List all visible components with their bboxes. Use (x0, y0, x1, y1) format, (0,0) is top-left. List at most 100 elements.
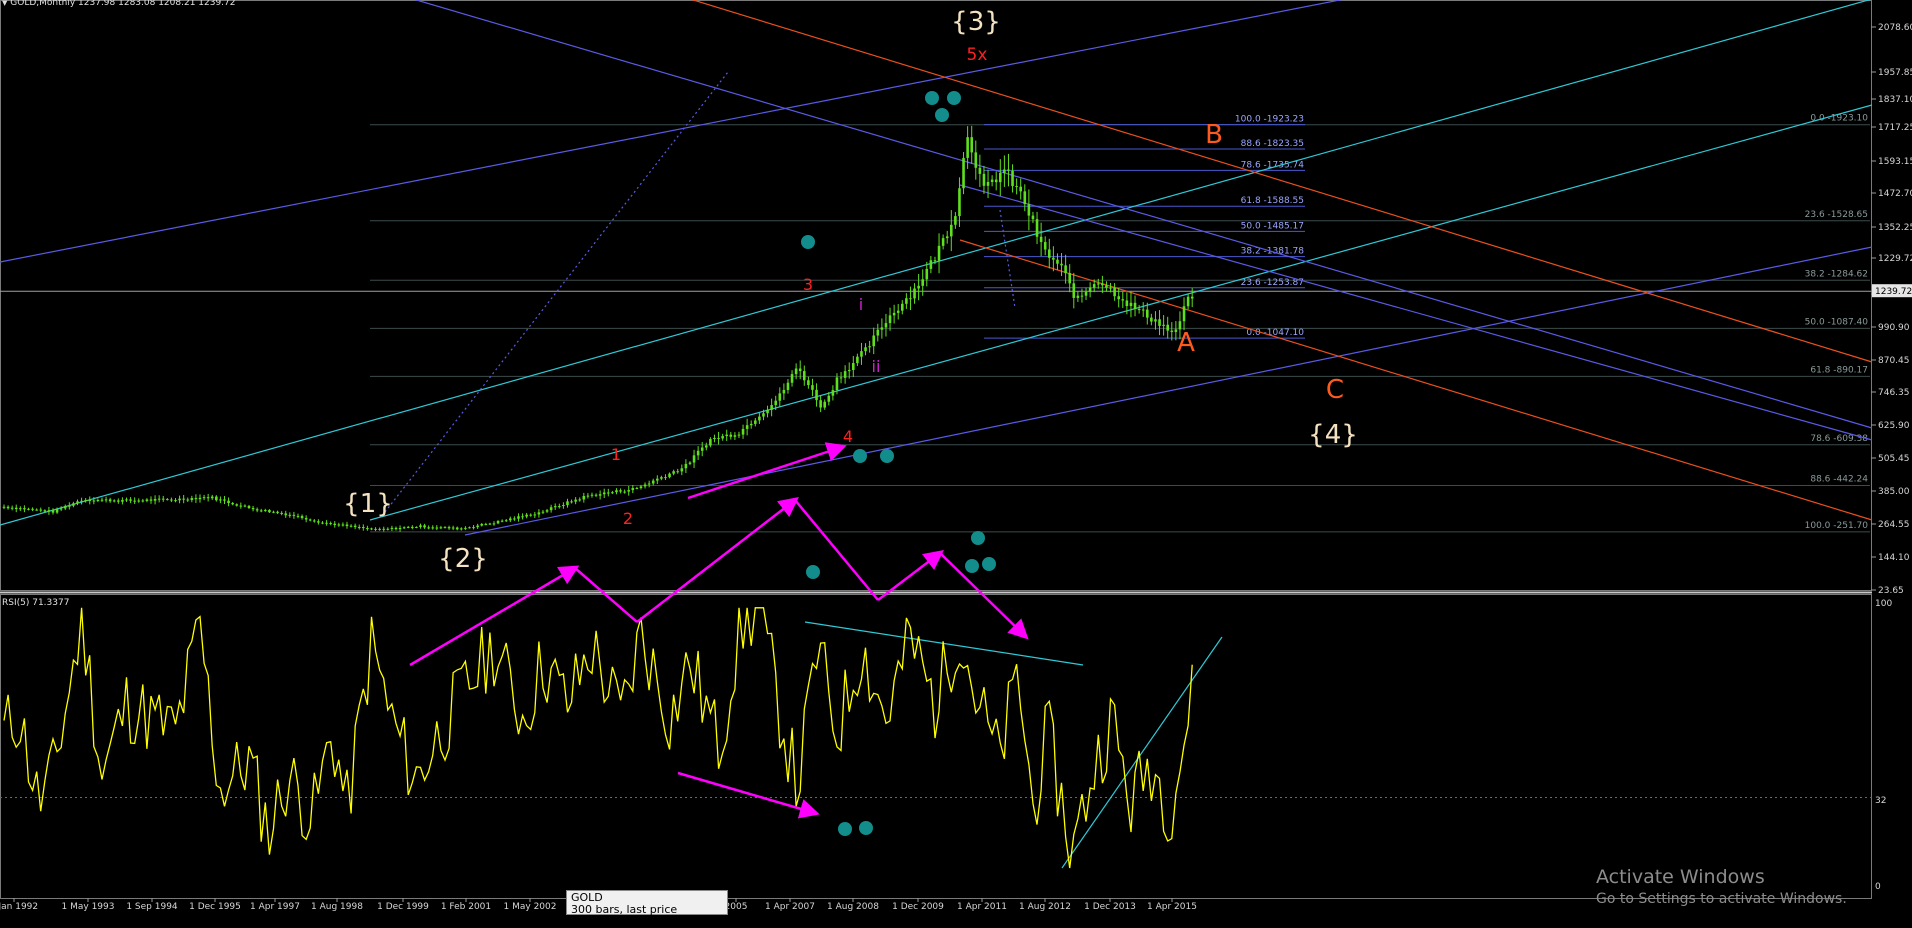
price-candle-body (847, 369, 851, 372)
price-candle-body (1076, 295, 1080, 298)
price-candle-body (590, 494, 594, 496)
price-candle-body (255, 509, 259, 511)
price-tick-label: 385.00 (1878, 487, 1910, 497)
price-candle-body (1027, 204, 1031, 216)
price-candle-body (1158, 319, 1161, 326)
price-candle-body (1125, 300, 1129, 307)
price-candle-body (594, 494, 598, 496)
activation-watermark-title: Activate Windows (1596, 866, 1765, 888)
price-candle-body (566, 501, 569, 506)
price-candle-body (284, 513, 288, 516)
price-candle-body (1080, 295, 1084, 297)
price-candle-body (815, 389, 818, 401)
price-candle-body (782, 389, 786, 394)
price-candle-body (484, 523, 488, 525)
price-candle-body (823, 401, 827, 408)
price-candle-body (251, 508, 255, 510)
price-candle-body (851, 363, 855, 370)
wave-label-major: {3} (951, 7, 1001, 37)
price-candle-body (966, 137, 969, 158)
price-candle-body (223, 499, 226, 501)
price-candle-body (31, 508, 34, 510)
price-candle-body (166, 499, 169, 501)
price-candle-body (317, 521, 320, 523)
price-candle-body (174, 500, 177, 502)
rsi-header: RSI(5) 71.3377 (2, 598, 69, 608)
fib-label-right-5: 78.6 -609.38 (1810, 434, 1868, 444)
price-candle-body (619, 490, 622, 492)
price-candle-body (562, 505, 565, 507)
price-candle-body (243, 505, 247, 507)
price-candle-body (468, 527, 471, 529)
price-candle-body (1096, 283, 1100, 285)
price-candle-body (1145, 309, 1149, 318)
price-candle-body (476, 525, 479, 528)
price-candle-body (676, 471, 680, 473)
price-candle-body (276, 511, 279, 513)
price-candle-body (856, 356, 859, 364)
wave-label-red: 3 (803, 275, 813, 294)
price-candle-body (545, 510, 549, 512)
price-candle-body (598, 494, 602, 496)
time-tick-label: 1 Feb 2001 (441, 902, 491, 912)
price-candle-body (51, 510, 55, 513)
price-candle-body (1137, 309, 1141, 311)
price-candle-body (884, 323, 888, 328)
price-tick-label: 1717.25 (1878, 123, 1912, 133)
price-candle-body (398, 528, 402, 530)
price-candle-body (864, 347, 867, 352)
price-candle-body (366, 528, 369, 530)
price-candle-body (1133, 302, 1137, 310)
price-candle-body (749, 423, 753, 426)
fib-label-right-2: 38.2 -1284.62 (1805, 269, 1868, 279)
price-candle-body (357, 527, 361, 529)
header-arrow-icon: ▼ (2, 0, 8, 7)
fib-label-right-1: 23.6 -1528.65 (1805, 210, 1868, 220)
price-candle-body (182, 498, 185, 500)
price-candle-body (206, 497, 210, 499)
price-candle-body (447, 527, 451, 529)
wave-label-red: 4 (843, 427, 853, 446)
price-candle-body (2, 506, 6, 508)
price-candle-body (431, 527, 435, 529)
price-candle-body (288, 514, 292, 516)
price-candle-body (888, 315, 892, 324)
price-tick-label: 625.90 (1878, 421, 1910, 431)
price-candle-body (529, 514, 533, 516)
price-candle-body (778, 393, 782, 401)
price-candle-body (766, 409, 769, 414)
price-candle-body (104, 499, 108, 501)
price-candle-body (178, 498, 181, 501)
price-candle-body (978, 167, 982, 174)
wave-label-orange: A (1177, 328, 1195, 358)
price-candle-body (480, 523, 484, 526)
price-candle-body (892, 312, 896, 316)
price-candle-body (43, 510, 47, 512)
price-candle-body (986, 182, 990, 186)
price-candle-body (186, 499, 190, 501)
price-candle-body (47, 510, 51, 512)
price-candle-body (202, 497, 206, 499)
price-candle-body (145, 499, 149, 501)
price-candle-body (578, 499, 582, 501)
price-candle-body (1068, 273, 1072, 284)
fib-label-center-3: 61.8 -1588.55 (1241, 196, 1304, 206)
price-candle-body (635, 487, 639, 489)
teal-dot (838, 822, 852, 836)
price-candle-body (80, 500, 83, 502)
price-candle-body (949, 224, 953, 237)
price-candle-body (27, 508, 30, 510)
price-candle-body (14, 507, 18, 510)
price-candle-body (84, 499, 87, 501)
price-candle-body (443, 527, 447, 529)
price-candle-body (39, 509, 43, 511)
price-candle-body (680, 468, 684, 472)
time-tick-label: 1 Aug 2012 (1019, 902, 1071, 912)
price-candle-body (1105, 285, 1108, 288)
price-candle-body (423, 525, 426, 528)
price-candle-body (170, 499, 173, 501)
price-candle-body (696, 450, 700, 456)
price-candle-body (533, 514, 537, 516)
time-tick-label: 1 May 2002 (504, 902, 557, 912)
current-price-tag-label: 1239.72 (1875, 287, 1912, 297)
